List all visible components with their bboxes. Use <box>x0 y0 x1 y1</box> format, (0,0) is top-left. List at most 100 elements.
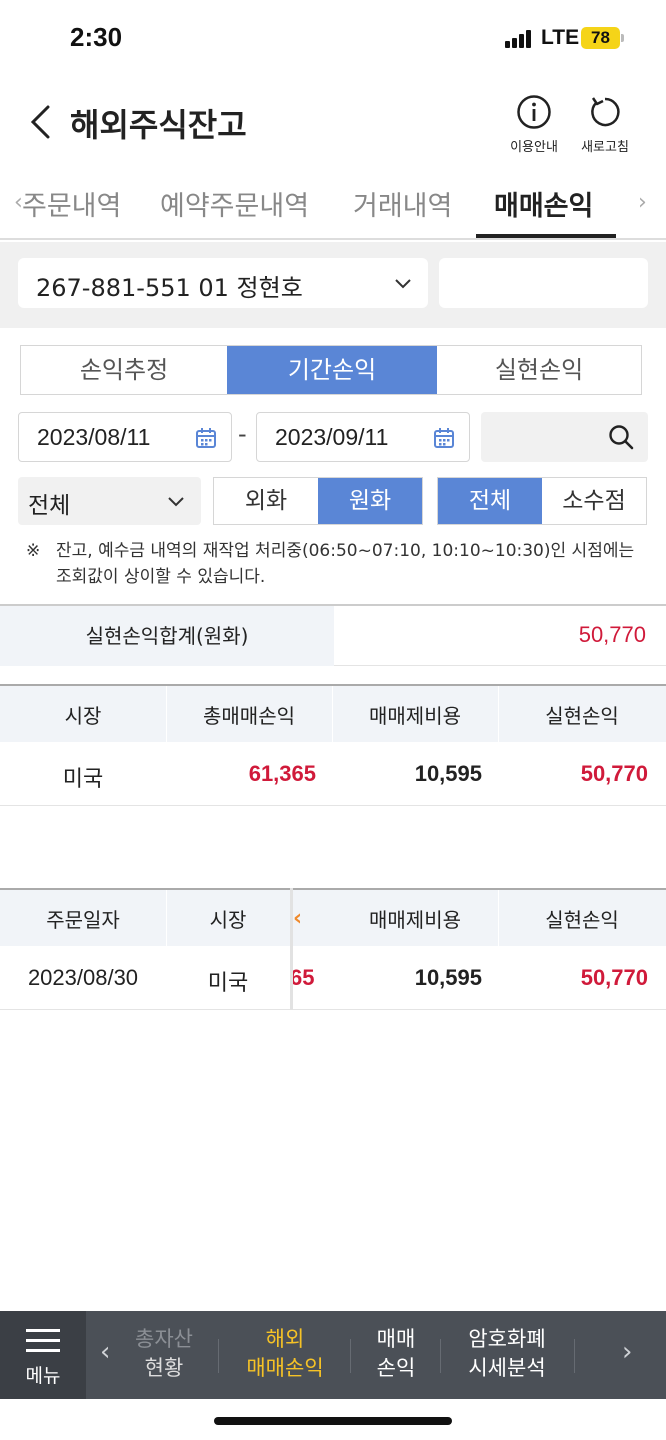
cell-order-date: 2023/08/30 <box>27 965 139 990</box>
account-section: 267-881-551 01 정현호 <box>0 242 666 328</box>
bottom-nav: 메뉴 ‹ 총자산 현황 해외 매매손익 매매 손익 암호화폐 시세분석 › <box>0 1311 666 1399</box>
back-arrow-icon[interactable] <box>26 104 54 140</box>
table-row[interactable]: 2023/08/30 미국 65 10,595 50,770 <box>0 948 666 1010</box>
col-cost: 매매제비용 <box>369 704 461 728</box>
refresh-button[interactable]: 새로고침 <box>570 94 640 155</box>
home-indicator[interactable] <box>214 1417 452 1425</box>
calendar-icon <box>196 428 216 448</box>
chevron-down-icon <box>395 279 411 289</box>
start-date-field[interactable]: 2023/08/11 <box>18 412 232 462</box>
status-time: 2:30 <box>70 22 123 52</box>
nav-line2: 손익 <box>376 1356 416 1380</box>
start-date-value: 2023/08/11 <box>37 424 151 450</box>
col-realized: 실현손익 <box>545 908 619 932</box>
account-select[interactable]: 267-881-551 01 정현호 <box>18 258 428 308</box>
cell-cost: 10,595 <box>414 761 482 786</box>
cell-partial-value: 65 <box>290 965 315 990</box>
currency-foreign[interactable]: 외화 <box>214 478 318 524</box>
nav-divider <box>218 1339 219 1373</box>
col-total-pl: 총매매손익 <box>203 704 295 728</box>
col-order-date: 주문일자 <box>46 908 120 932</box>
table-row[interactable]: 미국 61,365 10,595 50,770 <box>0 744 666 806</box>
nav-divider <box>440 1339 441 1373</box>
search-button[interactable] <box>481 412 648 462</box>
market-table-header: 시장 총매매손익 매매제비용 실현손익 <box>0 684 666 742</box>
nav-scroll-left-icon[interactable]: ‹ <box>100 1337 110 1367</box>
nav-line1: 해외 <box>265 1327 305 1351</box>
cell-total-pl: 61,365 <box>248 761 316 786</box>
hamburger-icon <box>26 1329 60 1353</box>
tab-scroll-right-icon[interactable]: › <box>638 190 647 215</box>
col-cost: 매매제비용 <box>369 908 461 932</box>
cell-market: 미국 <box>62 766 104 791</box>
nav-crypto-analysis[interactable]: 암호화폐 시세분석 <box>454 1325 560 1383</box>
account-value: 267-881-551 01 정현호 <box>36 274 303 302</box>
col-market: 시장 <box>209 908 247 932</box>
unit-all[interactable]: 전체 <box>438 478 542 524</box>
page-title: 해외주식잔고 <box>70 106 247 144</box>
chevron-down-icon <box>168 497 184 507</box>
nav-line2: 현황 <box>144 1356 184 1380</box>
nav-divider <box>574 1339 575 1373</box>
battery-icon: 78 <box>581 27 620 49</box>
tab-estimated-pl[interactable]: 손익추정 <box>21 346 227 394</box>
menu-button[interactable]: 메뉴 <box>0 1311 86 1399</box>
nav-line1: 매매 <box>376 1327 416 1351</box>
end-date-value: 2023/09/11 <box>275 424 389 450</box>
market-filter-select[interactable]: 전체 <box>18 477 201 525</box>
end-date-field[interactable]: 2023/09/11 <box>256 412 470 462</box>
account-extra-field[interactable] <box>439 258 648 308</box>
nav-overseas-trade-pl[interactable]: 해외 매매손익 <box>232 1325 338 1383</box>
nav-line2: 매매손익 <box>246 1356 324 1380</box>
order-table-header: 주문일자 시장 매매제비용 실현손익 <box>0 888 666 946</box>
market-filter-value: 전체 <box>28 493 71 519</box>
notice-body: 잔고, 예수금 내역의 재작업 처리중(06:50~07:10, 10:10~1… <box>56 541 635 587</box>
tab-trade-pl[interactable]: 매매손익 <box>494 184 593 223</box>
nav-total-assets[interactable]: 총자산 현황 <box>124 1325 204 1383</box>
tab-order-history[interactable]: 주문내역 <box>22 184 121 223</box>
col-market: 시장 <box>64 704 102 728</box>
nav-line1: 암호화폐 <box>468 1327 546 1351</box>
menu-label: 메뉴 <box>25 1365 61 1387</box>
search-icon <box>609 425 634 450</box>
notice-text: ※ 잔고, 예수금 내역의 재작업 처리중(06:50~07:10, 10:10… <box>26 538 646 590</box>
battery-tip <box>621 34 624 42</box>
cell-realized: 50,770 <box>580 965 648 990</box>
info-button[interactable]: 이용안내 <box>499 94 569 155</box>
status-bar: 2:30 LTE 78 <box>0 0 666 76</box>
scroll-left-icon[interactable]: ‹ <box>293 906 302 931</box>
currency-toggle: 외화 원화 <box>213 477 423 525</box>
info-icon <box>517 95 551 129</box>
info-label: 이용안내 <box>510 140 558 155</box>
calendar-icon <box>434 428 454 448</box>
period-segmented-control: 손익추정 기간손익 실현손익 <box>20 345 642 395</box>
refresh-icon <box>591 97 620 127</box>
nav-trade-pl[interactable]: 매매 손익 <box>364 1325 428 1383</box>
summary-value: 50,770 <box>578 622 646 647</box>
cell-cost: 10,595 <box>414 965 482 990</box>
tab-realized-pl[interactable]: 실현손익 <box>437 346 641 394</box>
nav-scroll-right-icon[interactable]: › <box>622 1337 632 1367</box>
notice-mark: ※ <box>26 541 41 561</box>
tab-period-pl[interactable]: 기간손익 <box>227 346 437 394</box>
date-separator: - <box>238 420 247 448</box>
network-label: LTE <box>541 26 580 49</box>
tab-reserved-orders[interactable]: 예약주문내역 <box>160 184 309 223</box>
app-header: 해외주식잔고 이용안내 새로고침 <box>0 80 666 164</box>
nav-divider <box>350 1339 351 1373</box>
refresh-label: 새로고침 <box>581 140 629 155</box>
cell-market: 미국 <box>207 970 249 995</box>
signal-icon <box>505 30 533 48</box>
unit-toggle: 전체 소수점 <box>437 477 647 525</box>
unit-fractional[interactable]: 소수점 <box>542 478 646 524</box>
nav-line1: 총자산 <box>135 1327 193 1351</box>
tab-strip: ‹ 주문내역 예약주문내역 거래내역 매매손익 › <box>0 170 666 240</box>
active-tab-indicator <box>476 234 616 238</box>
tab-transactions[interactable]: 거래내역 <box>353 184 452 223</box>
nav-line2: 시세분석 <box>468 1356 546 1380</box>
summary-label: 실현손익합계(원화) <box>0 606 334 666</box>
currency-krw[interactable]: 원화 <box>318 478 422 524</box>
col-realized: 실현손익 <box>545 704 619 728</box>
cell-realized: 50,770 <box>580 761 648 786</box>
realized-pl-summary: 실현손익합계(원화) 50,770 <box>0 604 666 666</box>
